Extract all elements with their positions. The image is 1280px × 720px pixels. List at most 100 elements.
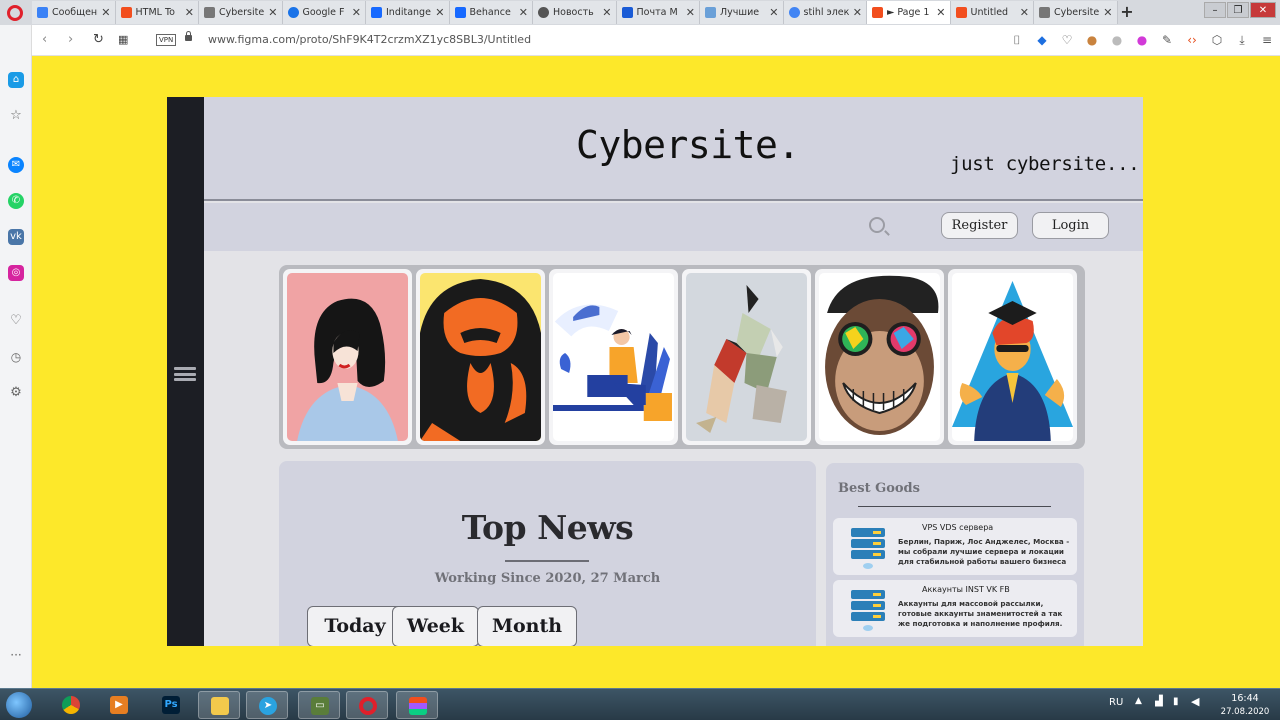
taskbar-photoshop[interactable]: Ps (150, 691, 192, 719)
goods-item[interactable]: VPS VDS сервера Берлин, Париж, Лос Андже… (833, 518, 1077, 575)
taskbar-opera[interactable] (346, 691, 388, 719)
tab-favicon-icon (204, 7, 215, 18)
clock-time[interactable]: 16:44 (1215, 693, 1275, 704)
gallery-card[interactable] (948, 269, 1077, 445)
browser-tab[interactable]: Почта M ✕ (616, 1, 700, 24)
minimize-icon[interactable]: – (1204, 2, 1226, 18)
folder-icon (211, 697, 229, 715)
gallery-card[interactable] (416, 269, 545, 445)
url-field[interactable]: www.figma.com/proto/ShF9K4T2crzmXZ1yc8SB… (208, 33, 531, 46)
instagram-icon[interactable]: ◎ (8, 265, 24, 281)
browser-tab[interactable]: stihl элек ✕ (783, 1, 867, 24)
close-window-icon[interactable]: ✕ (1250, 2, 1276, 18)
cube-icon[interactable]: ⬡ (1209, 32, 1225, 48)
tray-expand-icon[interactable]: ▲ (1135, 696, 1142, 706)
taskbar-chrome[interactable] (50, 691, 92, 719)
browser-tab[interactable]: Новость ✕ (533, 1, 617, 24)
restore-icon[interactable]: ❐ (1227, 2, 1249, 18)
browser-tab[interactable]: Сообщения✕ (32, 1, 116, 24)
taskbar-explorer[interactable] (198, 691, 240, 719)
hamburger-menu-icon[interactable] (174, 367, 196, 381)
goods-heading: Best Goods (838, 481, 920, 496)
tab-close-icon[interactable]: ✕ (1020, 6, 1029, 19)
tab-close-icon[interactable]: ✕ (686, 6, 695, 19)
tab-close-icon[interactable]: ✕ (853, 6, 862, 19)
download-icon[interactable]: ⤓ (1234, 32, 1250, 48)
pencil-icon[interactable]: ✎ (1159, 32, 1175, 48)
browser-tab[interactable]: Google F ✕ (282, 1, 366, 24)
taskbar-app-window[interactable]: ▭ (298, 691, 340, 719)
tab-close-icon[interactable]: ✕ (1103, 6, 1112, 19)
settings-gear-icon[interactable]: ⚙ (8, 385, 24, 401)
tab-close-icon[interactable]: ✕ (101, 6, 110, 19)
tab-close-icon[interactable]: ✕ (602, 6, 611, 19)
tab-favicon-icon (872, 7, 883, 18)
search-icon[interactable] (869, 217, 885, 233)
windows-taskbar: ▶ Ps ➤ ▭ RU ▲ ▟ ▮ ◀ 16:44 27.08.2020 (0, 688, 1280, 720)
home-icon[interactable]: ⌂ (8, 72, 24, 88)
new-tab-button[interactable]: + (1118, 2, 1136, 22)
tab-close-icon[interactable]: ✕ (769, 6, 778, 19)
tab-close-icon[interactable]: ✕ (268, 6, 277, 19)
monkey-sunglasses-illustration (819, 273, 940, 441)
menu-icon[interactable]: ≡ (1259, 32, 1275, 48)
tab-favicon-icon (287, 7, 299, 18)
shield-icon[interactable]: ◆ (1034, 32, 1050, 48)
extension-icon[interactable]: ● (1109, 32, 1125, 48)
gallery-card[interactable] (549, 269, 678, 445)
browser-tab[interactable]: Cybersite ✕ (199, 1, 283, 24)
browser-tab[interactable]: Behance ✕ (449, 1, 533, 24)
tab-week[interactable]: Week (392, 606, 479, 646)
lock-icon[interactable] (185, 31, 192, 41)
browser-tab[interactable]: Лучшие ✕ (700, 1, 784, 24)
more-icon[interactable]: ··· (8, 647, 24, 663)
tab-today[interactable]: Today (307, 606, 403, 646)
browser-tab[interactable]: Inditange ✕ (366, 1, 450, 24)
register-button[interactable]: Register (941, 212, 1018, 239)
heart-icon[interactable]: ♡ (1059, 32, 1075, 48)
tab-close-icon[interactable]: ✕ (185, 6, 194, 19)
clock-date[interactable]: 27.08.2020 (1215, 707, 1275, 717)
taskbar-telegram[interactable]: ➤ (246, 691, 288, 719)
back-icon[interactable]: ‹ (42, 32, 47, 47)
taskbar-figma[interactable] (396, 691, 438, 719)
speed-dial-icon[interactable]: ▦ (118, 33, 128, 46)
browser-tab-active[interactable]: ► Page 1 ✕ (867, 1, 951, 24)
camera-icon[interactable]: ⌷ (1009, 32, 1025, 48)
bookmark-icon[interactable]: ☆ (8, 108, 24, 124)
opera-logo-icon[interactable] (7, 5, 23, 21)
taskbar-media-player[interactable]: ▶ (98, 691, 140, 719)
network-icon[interactable]: ▟ (1155, 696, 1163, 707)
tab-favicon-icon (1039, 7, 1050, 18)
tab-close-icon[interactable]: ✕ (936, 6, 945, 19)
battery-icon[interactable]: ▮ (1173, 696, 1179, 707)
start-button[interactable] (6, 692, 32, 718)
news-heading-underline (505, 560, 589, 562)
reload-icon[interactable]: ↻ (93, 32, 104, 47)
heart-icon[interactable]: ♡ (8, 313, 24, 329)
tab-month[interactable]: Month (477, 606, 577, 646)
goods-item[interactable]: Аккаунты INST VK FB Аккаунты для массово… (833, 580, 1077, 637)
browser-tab[interactable]: Untitled ✕ (950, 1, 1034, 24)
cookie-icon[interactable]: ● (1084, 32, 1100, 48)
forward-icon[interactable]: › (68, 32, 73, 47)
site-header: Cybersite. just cybersite... (204, 97, 1143, 201)
volume-icon[interactable]: ◀ (1191, 695, 1199, 708)
code-icon[interactable]: ‹› (1184, 32, 1200, 48)
vpn-badge[interactable]: VPN (156, 34, 177, 46)
gallery-card[interactable] (682, 269, 811, 445)
color-picker-icon[interactable]: ● (1134, 32, 1150, 48)
browser-tab[interactable]: Cybersite ✕ (1034, 1, 1118, 24)
gallery-card[interactable] (283, 269, 412, 445)
gallery-card[interactable] (815, 269, 944, 445)
login-button[interactable]: Login (1032, 212, 1109, 239)
history-icon[interactable]: ◷ (8, 349, 24, 365)
language-indicator[interactable]: RU (1109, 697, 1123, 708)
browser-tab[interactable]: HTML To ✕ (115, 1, 199, 24)
tab-close-icon[interactable]: ✕ (435, 6, 444, 19)
tab-close-icon[interactable]: ✕ (352, 6, 361, 19)
messenger-icon[interactable]: ✉ (8, 157, 24, 173)
tab-close-icon[interactable]: ✕ (519, 6, 528, 19)
vk-icon[interactable]: vk (8, 229, 24, 245)
whatsapp-icon[interactable]: ✆ (8, 193, 24, 209)
